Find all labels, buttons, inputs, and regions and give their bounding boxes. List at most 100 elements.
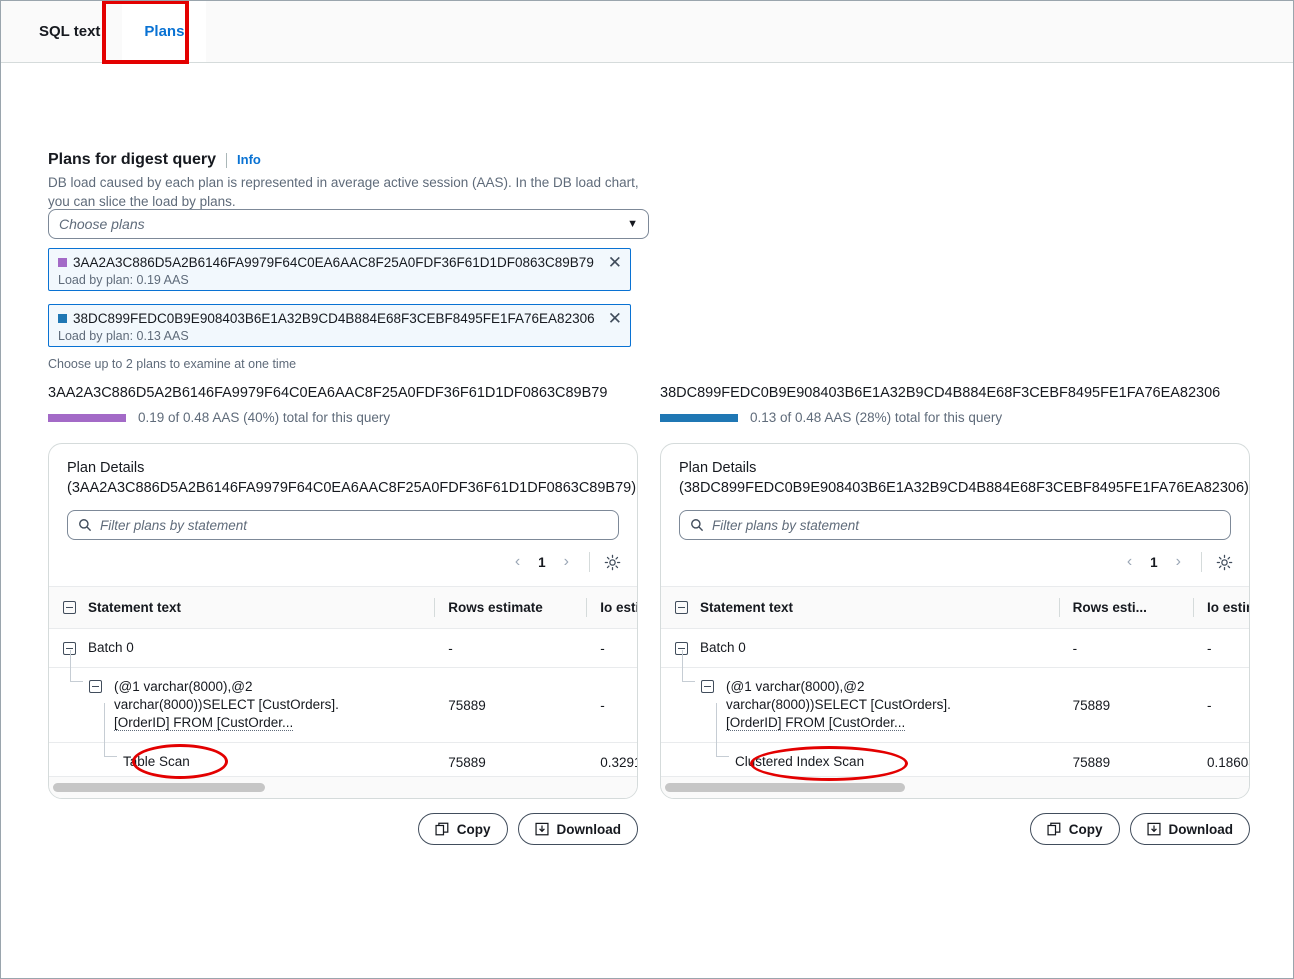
token-plan-id: 38DC899FEDC0B9E908403B6E1A32B9CD4B884E68…	[73, 311, 602, 326]
copy-button[interactable]: Copy	[418, 813, 508, 845]
column-io-estimate[interactable]: Io estimate	[1193, 587, 1249, 629]
selected-plan-token[interactable]: 38DC899FEDC0B9E908403B6E1A32B9CD4B884E68…	[48, 304, 631, 347]
chevron-right-icon[interactable]: ›	[1170, 553, 1187, 571]
tab-sql-text[interactable]: SQL text	[17, 1, 122, 62]
plan-details-header: Plan Details (3AA2A3C886D5A2B6146FA9979F…	[49, 444, 637, 499]
row-label: Clustered Index Scan	[735, 753, 864, 771]
copy-button[interactable]: Copy	[1030, 813, 1120, 845]
plan-aas-text: 0.13 of 0.48 AAS (28%) total for this qu…	[750, 410, 1002, 425]
plan-table-wrapper: Statement text Rows estimate Io estimate	[49, 586, 637, 798]
table-row[interactable]: (@1 varchar(8000),@2 varchar(8000))SELEC…	[49, 668, 637, 743]
plan-aas-row: 0.13 of 0.48 AAS (28%) total for this qu…	[660, 410, 1250, 425]
filter-plans-input[interactable]: Filter plans by statement	[679, 510, 1231, 540]
plan-details-subtitle: (3AA2A3C886D5A2B6146FA9979F64C0EA6AAC8F2…	[67, 478, 619, 499]
column-statement-text[interactable]: Statement text	[661, 587, 1059, 629]
selection-hint: Choose up to 2 plans to examine at one t…	[48, 357, 296, 371]
plan-details-title: Plan Details	[67, 458, 619, 478]
plan-details-card: Plan Details (38DC899FEDC0B9E908403B6E1A…	[660, 443, 1250, 799]
row-label: (@1 varchar(8000),@2 varchar(8000))SELEC…	[114, 678, 339, 732]
choose-plans-placeholder: Choose plans	[59, 216, 627, 232]
row-expand-icon[interactable]	[701, 680, 714, 693]
tab-plans[interactable]: Plans	[122, 1, 206, 62]
tab-sql-text-label: SQL text	[39, 23, 100, 40]
page-number[interactable]: 1	[534, 555, 550, 570]
column-label: Io estimate	[600, 600, 637, 615]
toolbar-divider	[589, 552, 590, 572]
selected-plan-token[interactable]: 3AA2A3C886D5A2B6146FA9979F64C0EA6AAC8F25…	[48, 248, 631, 291]
chevron-right-icon[interactable]: ›	[558, 553, 575, 571]
copy-button-label: Copy	[457, 822, 491, 837]
search-icon	[690, 518, 704, 532]
cell-statement-text: (@1 varchar(8000),@2 varchar(8000))SELEC…	[661, 668, 1059, 743]
column-label: Statement text	[700, 599, 793, 617]
column-rows-estimate[interactable]: Rows esti...	[1059, 587, 1193, 629]
collapse-all-icon[interactable]	[675, 601, 688, 614]
column-label: Io estimate	[1207, 600, 1249, 615]
scrollbar-thumb[interactable]	[665, 783, 905, 792]
table-row[interactable]: Batch 0 - -	[49, 629, 637, 668]
table-body: Batch 0 - -	[49, 629, 637, 782]
collapse-all-icon[interactable]	[63, 601, 76, 614]
plan-details-card: Plan Details (3AA2A3C886D5A2B6146FA9979F…	[48, 443, 638, 799]
cell-io-estimate: -	[1193, 629, 1249, 668]
plan-panel-left: 3AA2A3C886D5A2B6146FA9979F64C0EA6AAC8F25…	[48, 385, 638, 845]
tab-plans-label: Plans	[144, 23, 184, 40]
section-heading: Plans for digest query Info	[48, 151, 261, 169]
table-head: Statement text Rows esti... Io estimate	[661, 587, 1249, 629]
download-button[interactable]: Download	[1130, 813, 1251, 845]
info-link[interactable]: Info	[237, 152, 261, 167]
scrollbar-thumb[interactable]	[53, 783, 265, 792]
plan-table-wrapper: Statement text Rows esti... Io estimate	[661, 586, 1249, 798]
column-label: Rows estimate	[448, 600, 543, 615]
plan-color-swatch	[58, 258, 67, 267]
download-button[interactable]: Download	[518, 813, 639, 845]
chevron-left-icon[interactable]: ‹	[509, 553, 526, 571]
table-header-row: Statement text Rows esti... Io estimate	[661, 587, 1249, 629]
tab-bar: SQL text Plans	[1, 1, 1293, 63]
tree-line	[104, 703, 105, 756]
card-actions-right: Copy Download	[660, 813, 1250, 845]
table-toolbar: ‹ 1 ›	[49, 540, 637, 586]
plans-page: SQL text Plans Plans for digest query In…	[0, 0, 1294, 979]
section-description: DB load caused by each plan is represent…	[48, 173, 648, 211]
tree-line	[70, 650, 71, 681]
cell-rows-estimate: 75889	[434, 668, 586, 743]
row-label: Table Scan	[123, 753, 190, 771]
toolbar-divider	[1201, 552, 1202, 572]
horizontal-scrollbar[interactable]	[49, 776, 637, 798]
plan-load-bar	[48, 414, 126, 422]
gear-icon[interactable]	[1216, 554, 1233, 571]
close-icon[interactable]: ✕	[602, 254, 622, 271]
gear-icon[interactable]	[604, 554, 621, 571]
table-header-row: Statement text Rows estimate Io estimate	[49, 587, 637, 629]
chevron-left-icon[interactable]: ‹	[1121, 553, 1138, 571]
token-plan-id: 3AA2A3C886D5A2B6146FA9979F64C0EA6AAC8F25…	[73, 255, 602, 270]
tree-line	[682, 681, 695, 682]
plan-details-subtitle: (38DC899FEDC0B9E908403B6E1A32B9CD4B884E6…	[679, 478, 1231, 499]
column-label: Rows esti...	[1073, 600, 1147, 615]
cell-statement-text: Batch 0	[661, 629, 1059, 668]
table-row[interactable]: Batch 0 - -	[661, 629, 1249, 668]
plan-aas-text: 0.19 of 0.48 AAS (40%) total for this qu…	[138, 410, 390, 425]
card-actions-left: Copy Download	[48, 813, 638, 845]
download-button-label: Download	[557, 822, 622, 837]
cell-rows-estimate: 75889	[1059, 668, 1193, 743]
horizontal-scrollbar[interactable]	[661, 776, 1249, 798]
column-io-estimate[interactable]: Io estimate	[586, 587, 637, 629]
column-statement-text[interactable]: Statement text	[49, 587, 434, 629]
plan-panel-id: 3AA2A3C886D5A2B6146FA9979F64C0EA6AAC8F25…	[48, 385, 638, 401]
download-button-label: Download	[1169, 822, 1234, 837]
row-label: Batch 0	[88, 639, 134, 657]
row-expand-icon[interactable]	[89, 680, 102, 693]
filter-plans-input[interactable]: Filter plans by statement	[67, 510, 619, 540]
choose-plans-select[interactable]: Choose plans ▼	[48, 209, 649, 239]
table-row[interactable]: (@1 varchar(8000),@2 varchar(8000))SELEC…	[661, 668, 1249, 743]
column-rows-estimate[interactable]: Rows estimate	[434, 587, 586, 629]
cell-rows-estimate: -	[434, 629, 586, 668]
close-icon[interactable]: ✕	[602, 310, 622, 327]
download-icon	[535, 822, 549, 836]
heading-divider	[226, 153, 227, 168]
page-number[interactable]: 1	[1146, 555, 1162, 570]
plan-panel-right: 38DC899FEDC0B9E908403B6E1A32B9CD4B884E68…	[660, 385, 1250, 845]
plan-details-title: Plan Details	[679, 458, 1231, 478]
